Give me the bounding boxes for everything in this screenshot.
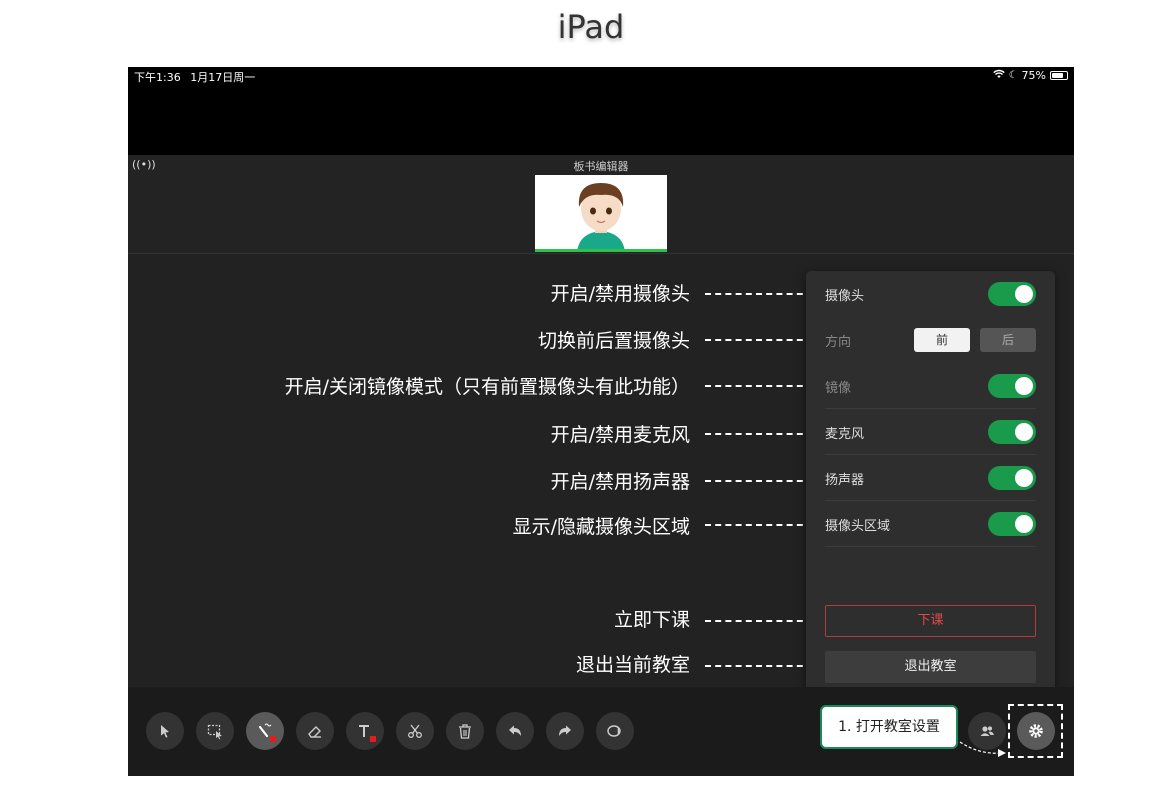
redo-icon <box>559 725 571 736</box>
setting-row-microphone: 麦克风 <box>825 409 1036 455</box>
scissors-icon <box>408 724 422 738</box>
annotation-leader-line <box>705 293 813 295</box>
eraser-tool-button[interactable] <box>296 712 334 750</box>
annotation-leader-line <box>705 433 813 435</box>
delete-tool-button[interactable] <box>446 712 484 750</box>
front-camera-button[interactable]: 前 <box>914 328 970 352</box>
undo-button[interactable] <box>496 712 534 750</box>
status-right: ☾ 75% <box>992 69 1068 82</box>
redo-button[interactable] <box>546 712 584 750</box>
text-color-swatch <box>370 736 376 742</box>
setting-label-microphone: 麦克风 <box>825 427 865 442</box>
annotation-camera: 开启/禁用摄像头 <box>550 283 690 305</box>
undo-icon <box>509 725 521 736</box>
setting-row-speaker: 扬声器 <box>825 455 1036 501</box>
app-header: ((•)) 板书编辑器 <box>128 155 1074 254</box>
annotation-camera-area: 显示/隐藏摄像头区域 <box>512 516 690 538</box>
annotation-leader-line <box>705 665 813 667</box>
status-date: 1月17日周一 <box>190 71 256 84</box>
setting-row-mirror: 镜像 <box>825 363 1036 409</box>
annotation-leader-line <box>705 339 813 341</box>
camera-area-toggle[interactable] <box>988 512 1036 536</box>
wifi-icon <box>992 69 1005 82</box>
pen-tool-button[interactable] <box>246 712 284 750</box>
back-camera-button[interactable]: 后 <box>980 328 1036 352</box>
select-tool-button[interactable] <box>146 712 184 750</box>
speaker-toggle[interactable] <box>988 466 1036 490</box>
annotation-leader-line <box>705 524 813 526</box>
annotation-mirror: 开启/关闭镜像模式（只有前置摄像头有此功能） <box>284 376 690 398</box>
setting-row-direction: 方向 前 后 <box>825 317 1036 363</box>
setting-label-camera: 摄像头 <box>825 289 865 304</box>
setting-row-camera-area: 摄像头区域 <box>825 501 1036 547</box>
annotation-exit: 退出当前教室 <box>575 654 690 676</box>
camera-video-tile <box>535 175 667 252</box>
area-select-icon <box>207 724 222 740</box>
battery-icon <box>1050 71 1068 80</box>
mirror-toggle[interactable] <box>988 374 1036 398</box>
select-icon <box>161 725 169 738</box>
annotation-microphone: 开启/禁用麦克风 <box>550 424 690 446</box>
screenshot-canvas: iPad 下午1:36 1月17日周一 ☾ 75% ((•)) 板书编辑器 开启… <box>0 0 1162 794</box>
users-icon <box>980 726 994 736</box>
annotation-leader-line <box>705 620 813 622</box>
camera-toggle[interactable] <box>988 282 1036 306</box>
pen-color-swatch <box>270 736 276 742</box>
annotation-leader-line <box>705 480 813 482</box>
ipad-screen: 下午1:36 1月17日周一 ☾ 75% ((•)) 板书编辑器 开启/禁用摄像… <box>128 67 1074 776</box>
setting-label-speaker: 扬声器 <box>825 473 865 488</box>
end-class-button[interactable]: 下课 <box>825 605 1036 637</box>
app-title: 板书编辑器 <box>573 160 629 173</box>
teacher-avatar-image <box>535 175 667 249</box>
annotation-end-class: 立即下课 <box>613 609 690 631</box>
annotation-leader-line <box>705 385 813 387</box>
setting-row-camera: 摄像头 <box>825 271 1036 317</box>
moon-icon: ☾ <box>1008 70 1018 81</box>
status-bar: 下午1:36 1月17日周一 ☾ 75% <box>128 67 1074 85</box>
lasso-icon <box>607 725 621 737</box>
microphone-toggle[interactable] <box>988 420 1036 444</box>
classroom-settings-panel: 摄像头 方向 前 后 镜像 麦克风 扬声器 摄像头区域 下课 退出教室 <box>806 271 1055 699</box>
lasso-tool-button[interactable] <box>596 712 634 750</box>
eraser-icon <box>308 726 321 738</box>
area-select-tool-button[interactable] <box>196 712 234 750</box>
battery-percent: 75% <box>1021 69 1046 82</box>
scissors-tool-button[interactable] <box>396 712 434 750</box>
setting-label-camera-area: 摄像头区域 <box>825 519 891 534</box>
annotation-speaker: 开启/禁用扬声器 <box>550 471 690 493</box>
callout-open-settings: 1. 打开教室设置 <box>820 705 958 749</box>
status-time-date: 下午1:36 1月17日周一 <box>134 69 255 85</box>
settings-highlight-box <box>1008 704 1063 758</box>
page-title: iPad <box>557 8 625 46</box>
status-time: 下午1:36 <box>134 71 181 84</box>
setting-label-mirror: 镜像 <box>825 381 852 396</box>
trash-icon <box>459 724 471 739</box>
setting-label-direction: 方向 <box>825 335 852 350</box>
text-tool-button[interactable] <box>346 712 384 750</box>
exit-classroom-button[interactable]: 退出教室 <box>825 651 1036 683</box>
annotation-switch-camera: 切换前后置摄像头 <box>537 330 690 352</box>
